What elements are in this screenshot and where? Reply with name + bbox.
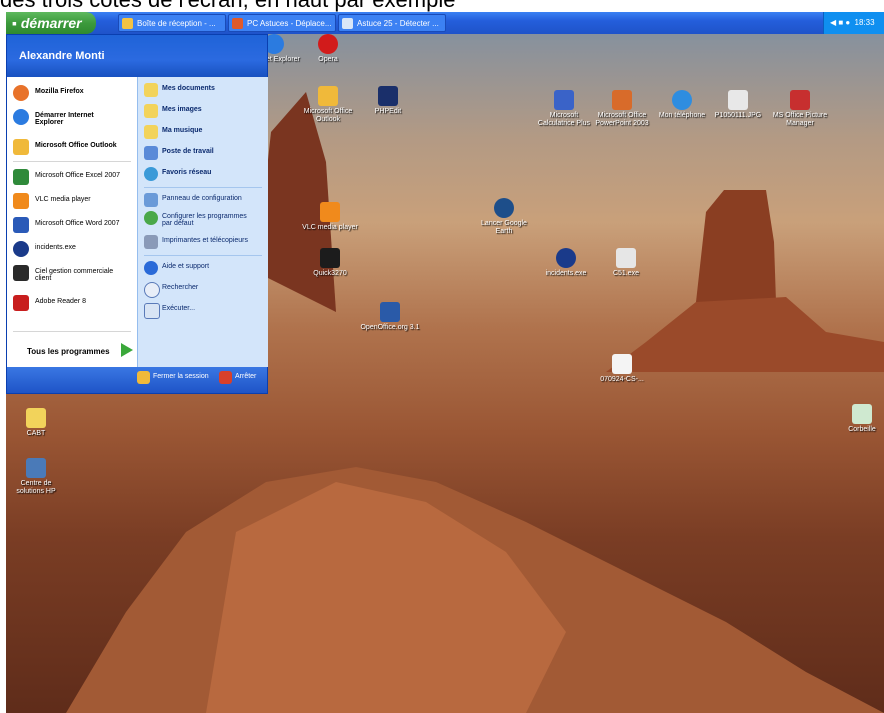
desktop-icon-pdf[interactable]: 070924-CS-... [592,354,652,384]
help-icon [144,261,158,275]
logoff-button[interactable]: Fermer la session [137,371,209,384]
separator [144,255,262,256]
desktop-icon-phpedit[interactable]: PHPEdit [358,86,418,116]
folder-icon [26,408,46,428]
word-icon [13,217,29,233]
shutdown-button[interactable]: Arrêter [219,371,256,384]
tray-icons[interactable]: ◀ ■ ● [830,18,850,27]
desktop-icon-incidents[interactable]: incidents.exe [536,248,596,278]
opera-icon [318,34,338,54]
vlc-icon [13,193,29,209]
start-menu-header: Alexandre Monti [7,35,267,77]
desktop-icon-c51[interactable]: C51.exe [596,248,656,278]
desktop-icon-powerpoint[interactable]: Microsoft Office PowerPoint 2003 [592,90,652,128]
document-icon [342,18,353,29]
user-icon [13,241,29,257]
computer-icon [144,146,158,160]
google-earth-icon [494,198,514,218]
network-icon [144,167,158,181]
firefox-icon [13,85,29,101]
desktop-icon-hp[interactable]: Centre de solutions HP [6,458,66,496]
key-icon [137,371,150,384]
desktop-icon-vlc[interactable]: VLC media player [300,202,360,232]
phpedit-icon [378,86,398,106]
desktop-icon-opera[interactable]: Opera [298,34,358,64]
search-icon [144,282,160,298]
folder-icon [144,104,158,118]
desktop-icon-openoffice[interactable]: OpenOffice.org 3.1 [360,302,420,332]
openoffice-icon [380,302,400,322]
desktop-icon-outlook[interactable]: Microsoft Office Outlook [298,86,358,124]
internet-explorer-icon [13,109,29,125]
taskbar: ▪ démarrer Boîte de réception - ... PC A… [6,12,884,34]
excel-icon [13,169,29,185]
outlook-icon [13,139,29,155]
clock: 18:33 [854,18,875,27]
start-menu-footer: Fermer la session Arrêter [7,367,267,393]
ciel-icon [13,265,29,281]
folder-icon [144,125,158,139]
picture-manager-icon [790,90,810,110]
separator [13,161,131,162]
user-name: Alexandre Monti [19,50,105,62]
recycle-bin-icon [852,404,872,424]
desktop-icon-photo[interactable]: P1050111.JPG [708,90,768,120]
default-programs-icon [144,211,158,225]
desktop-icon-google-earth[interactable]: Lancer Google Earth [474,198,534,236]
pdf-icon [612,354,632,374]
start-menu-left: Mozilla Firefox Démarrer Internet Explor… [7,77,137,367]
adobe-reader-icon [13,295,29,311]
calculator-icon [554,90,574,110]
phone-icon [672,90,692,110]
desktop-icon-mon-telephone[interactable]: Mon téléphone [652,90,712,120]
start-menu: Alexandre Monti Mozilla Firefox Démarrer… [6,34,268,394]
desktop-icon-calculatrice[interactable]: Microsoft Calculatrice Plus [534,90,594,128]
desktop-icon-picture-manager[interactable]: MS Office Picture Manager [770,90,830,128]
taskbar-item-astuce-25[interactable]: Astuce 25 - Détecter ... [338,14,446,32]
outlook-icon [318,86,338,106]
desktop[interactable]: Opera Internet Explorer Microsoft Office… [6,12,884,713]
all-programs[interactable]: Tous les programmes [27,347,110,356]
image-file-icon [728,90,748,110]
taskbar-item-inbox[interactable]: Boîte de réception - ... [118,14,226,32]
user-icon [556,248,576,268]
start-button[interactable]: ▪ démarrer [6,12,96,34]
system-tray: ◀ ■ ● 18:33 [823,12,884,34]
desktop-icon-quick3270[interactable]: Quick3270 [300,248,360,278]
control-panel-icon [144,193,158,207]
printer-icon [144,235,158,249]
powerpoint-icon [612,90,632,110]
outlook-icon [122,18,133,29]
windows-logo-icon: ▪ [12,15,21,31]
hp-solutions-icon [26,458,46,478]
taskbar-item-pc-astuces[interactable]: PC Astuces - Déplace... [228,14,336,32]
vlc-icon [320,202,340,222]
arrow-right-icon[interactable] [121,343,133,357]
tool-icon [616,248,636,268]
run-icon [144,303,160,319]
separator [13,331,131,332]
desktop-icon-cabt[interactable]: CABT [6,408,66,438]
power-icon [219,371,232,384]
start-menu-right: Mes documents Mes images Ma musique Post… [137,77,268,367]
folder-icon [144,83,158,97]
terminal-icon [320,248,340,268]
separator [144,187,262,188]
caption-text: des trois côtés de l'écran, en haut par … [0,0,884,12]
browser-icon [232,18,243,29]
desktop-icon-corbeille[interactable]: Corbeille [832,404,884,434]
